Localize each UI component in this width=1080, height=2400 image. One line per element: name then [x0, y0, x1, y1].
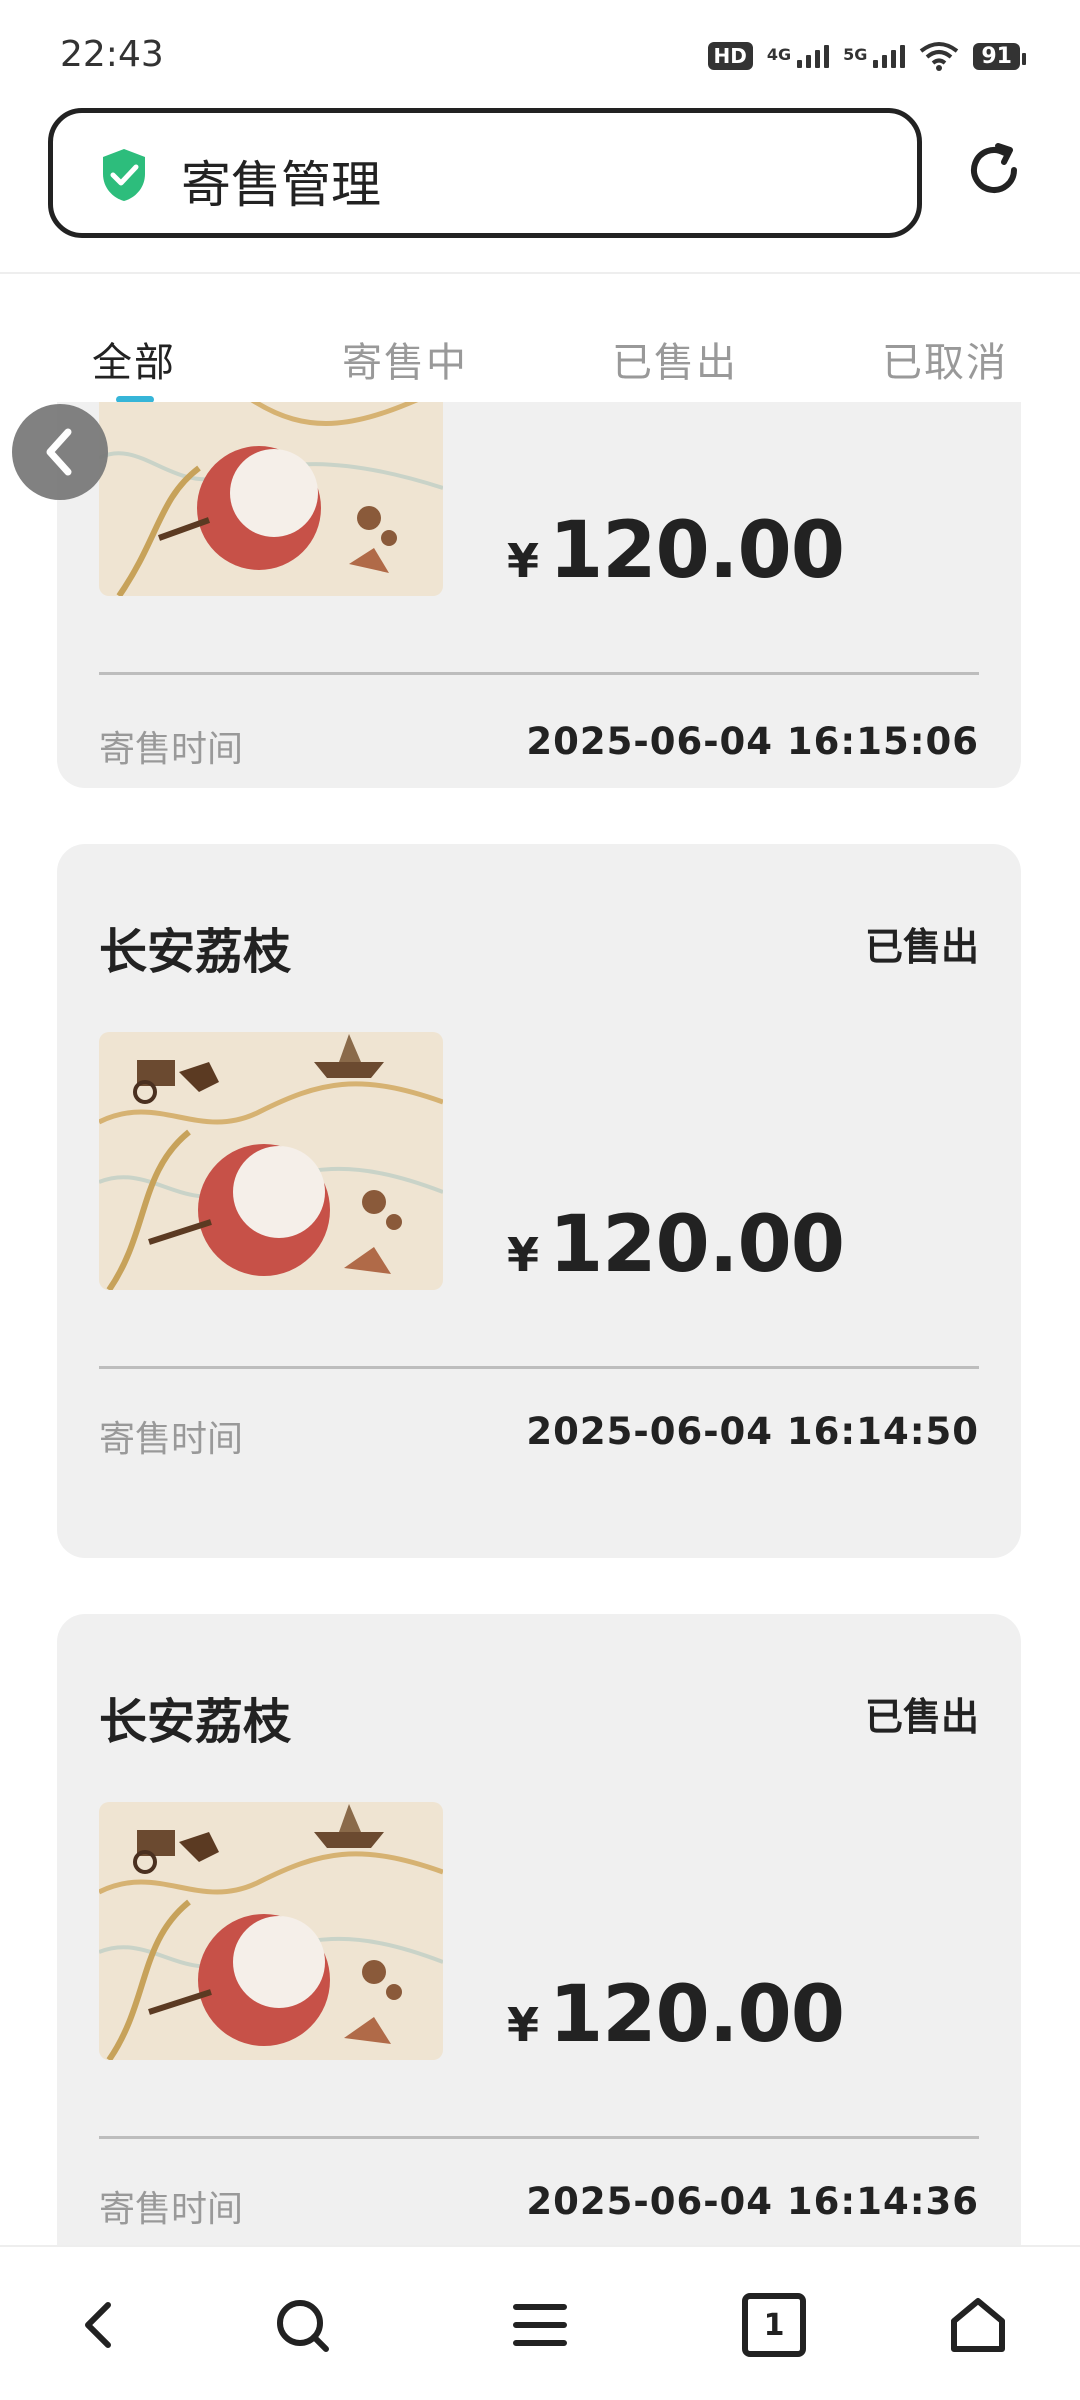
tab-cancelled[interactable]: 已取消	[882, 330, 1008, 388]
order-title: 长安荔枝	[99, 924, 292, 980]
status-tabs: 全部 寄售中 已售出 已取消	[0, 330, 1080, 403]
price-value: 120.00	[549, 1970, 845, 2060]
price: ¥ 120.00	[507, 506, 845, 596]
refresh-icon[interactable]	[964, 140, 1024, 200]
consign-time-label: 寄售时间	[99, 729, 244, 770]
tabs-button[interactable]: 1	[742, 2293, 806, 2357]
product-image[interactable]	[99, 1802, 443, 2060]
consign-time-label: 寄售时间	[99, 1419, 244, 1460]
consign-time-value: 2025-06-04 16:14:36	[526, 2180, 979, 2223]
header-divider	[0, 272, 1080, 274]
currency-symbol: ¥	[507, 1228, 540, 1282]
price: ¥ 120.00	[507, 1970, 845, 2060]
order-card[interactable]: 长安荔枝 已售出 ¥ 120.00 寄售时间 2025-06-04 16:14:…	[57, 844, 1021, 1558]
consign-time-label: 寄售时间	[99, 2189, 244, 2230]
wifi-icon	[920, 42, 959, 71]
order-card[interactable]: ¥ 120.00 寄售时间 2025-06-04 16:15:06	[57, 402, 1021, 788]
chevron-left-icon	[46, 428, 72, 476]
consign-time-value: 2025-06-04 16:14:50	[526, 1410, 979, 1453]
tab-sold[interactable]: 已售出	[612, 330, 738, 388]
address-bar[interactable]: 寄售管理	[48, 108, 922, 238]
currency-symbol: ¥	[507, 1998, 540, 2052]
card-divider	[99, 1366, 979, 1369]
status-time: 22:43	[60, 34, 164, 75]
product-image[interactable]	[99, 402, 443, 596]
status-icons: HD 4G 5G 91	[707, 36, 1026, 76]
page-title: 寄售管理	[181, 156, 381, 214]
menu-icon[interactable]	[508, 2293, 572, 2357]
order-card[interactable]: 长安荔枝 已售出 ¥ 120.00 寄售时间 2025-06-04 16:14:…	[57, 1614, 1021, 2245]
signal-4g-icon: 4G	[767, 44, 830, 68]
status-bar: 22:43 HD 4G 5G 91	[0, 0, 1080, 100]
product-image[interactable]	[99, 1032, 443, 1290]
consign-time-value: 2025-06-04 16:15:06	[526, 720, 979, 763]
price-value: 120.00	[549, 506, 845, 596]
card-divider	[99, 2136, 979, 2139]
shield-check-icon	[103, 149, 145, 201]
card-divider	[99, 672, 979, 675]
price-value: 120.00	[549, 1200, 845, 1290]
order-status: 已售出	[864, 925, 979, 969]
currency-symbol: ¥	[507, 534, 540, 588]
tab-all[interactable]: 全部	[92, 330, 176, 388]
signal-5g-icon: 5G	[843, 44, 906, 68]
battery-icon: 91	[973, 42, 1026, 70]
order-status: 已售出	[864, 1695, 979, 1739]
hd-icon: HD	[707, 42, 753, 70]
tab-count: 1	[763, 2307, 785, 2343]
back-icon[interactable]	[68, 2293, 132, 2357]
search-icon[interactable]	[270, 2293, 334, 2357]
price: ¥ 120.00	[507, 1200, 845, 1290]
consignment-list[interactable]: ¥ 120.00 寄售时间 2025-06-04 16:15:06 长安荔枝 已…	[0, 402, 1080, 2245]
browser-bottom-nav: 1	[0, 2245, 1080, 2400]
floating-back-button[interactable]	[12, 404, 108, 500]
order-title: 长安荔枝	[99, 1694, 292, 1750]
tab-on-sale[interactable]: 寄售中	[342, 330, 468, 388]
home-icon[interactable]	[946, 2293, 1010, 2357]
